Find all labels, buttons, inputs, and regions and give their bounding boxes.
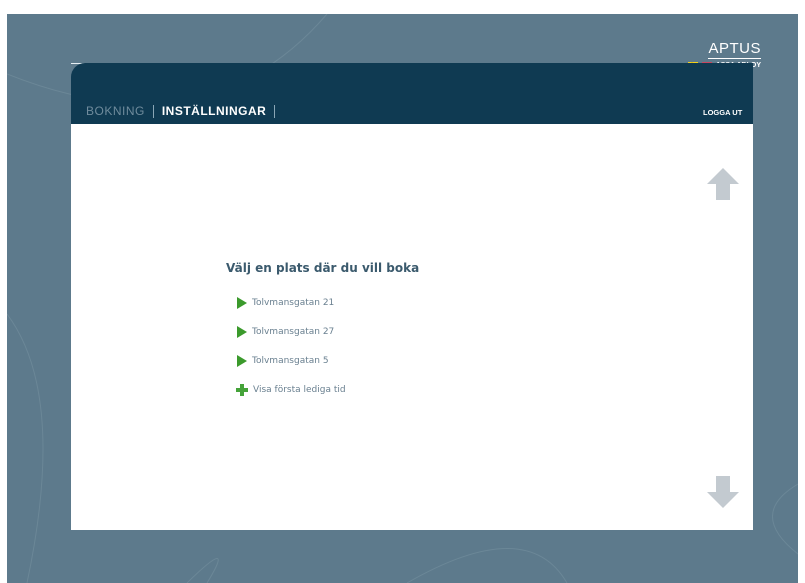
- location-label: Tolvmansgatan 21: [252, 298, 335, 308]
- play-arrow-icon: [237, 326, 247, 338]
- green-plus-icon: [236, 384, 248, 396]
- page-title: Välj en plats där du vill boka: [226, 261, 420, 275]
- logout-link[interactable]: LOGGA UT: [703, 108, 742, 117]
- location-link-tolvmansgatan-5[interactable]: Tolvmansgatan 5: [237, 355, 329, 367]
- location-link-tolvmansgatan-27[interactable]: Tolvmansgatan 27: [237, 326, 334, 338]
- main-nav: BOKNING INSTÄLLNINGAR: [86, 104, 283, 118]
- show-first-available-link[interactable]: Visa första lediga tid: [236, 384, 346, 396]
- nav-separator: [152, 104, 154, 118]
- play-arrow-icon: [237, 355, 247, 367]
- arrow-up-icon[interactable]: [706, 167, 740, 201]
- location-label: Tolvmansgatan 5: [252, 356, 329, 366]
- tab-booking[interactable]: BOKNING: [86, 104, 145, 118]
- main-content: Välj en plats där du vill boka Tolvmansg…: [71, 124, 753, 530]
- first-available-label: Visa första lediga tid: [253, 385, 346, 395]
- tab-settings[interactable]: INSTÄLLNINGAR: [162, 104, 267, 118]
- aptus-logo: APTUS: [708, 40, 761, 59]
- nav-separator: [274, 104, 276, 118]
- location-label: Tolvmansgatan 27: [252, 327, 335, 337]
- location-picker: Välj en plats där du vill boka: [226, 261, 419, 275]
- location-link-tolvmansgatan-21[interactable]: Tolvmansgatan 21: [237, 297, 334, 309]
- arrow-down-icon[interactable]: [706, 475, 740, 509]
- play-arrow-icon: [237, 297, 247, 309]
